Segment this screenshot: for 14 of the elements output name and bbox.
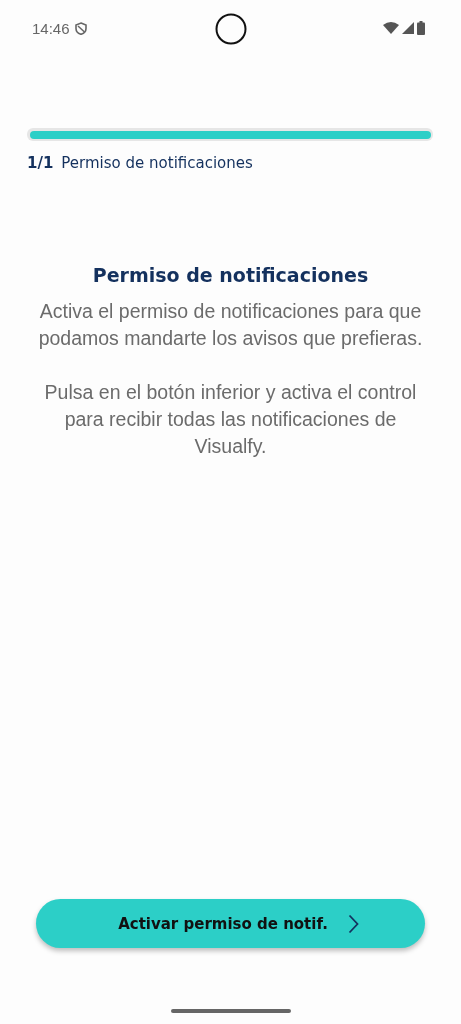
description-text: Activa el permiso de notificaciones para que podamos mandarte los avisos que prefieras.	[37, 299, 424, 351]
activate-permission-button[interactable]: Activar permiso de notif.	[36, 899, 425, 948]
step-counter: 1/1	[27, 154, 54, 172]
battery-icon	[417, 21, 425, 35]
clock-time: 14:46	[32, 19, 70, 37]
signal-icon	[402, 22, 414, 34]
shield-icon	[74, 21, 87, 35]
description-text: Pulsa en el botón inferior y activa el control para recibir todas las notificaciones de Visualfy.	[43, 380, 418, 459]
home-indicator[interactable]	[170, 1009, 291, 1013]
chevron-right-icon	[347, 913, 359, 934]
wifi-icon	[383, 22, 399, 34]
camera-icon	[215, 13, 247, 45]
step-title: Permiso de notificaciones	[61, 154, 253, 172]
page-title: Permiso de notificaciones	[91, 264, 370, 286]
